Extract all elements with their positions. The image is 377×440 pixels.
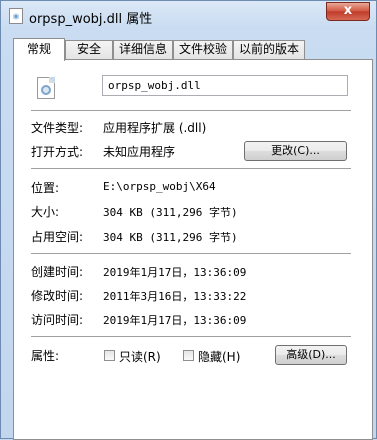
gear-icon	[41, 85, 51, 95]
file-icon	[9, 8, 23, 24]
size-on-disk-label: 占用空间:	[31, 230, 84, 244]
change-button[interactable]: 更改(C)...	[244, 141, 347, 161]
dll-file-icon	[37, 77, 55, 99]
hidden-checkbox[interactable]	[183, 350, 194, 361]
tab-security[interactable]: 安全	[65, 40, 113, 59]
file-name-input[interactable]: orpsp_wobj.dll	[102, 75, 348, 96]
tab-general[interactable]: 常规	[13, 38, 65, 61]
readonly-label[interactable]: 只读(R)	[119, 348, 161, 365]
readonly-checkbox[interactable]	[104, 350, 115, 361]
accessed-label: 访问时间:	[31, 313, 84, 327]
accessed-value: 2019年1月17日，13:36:09	[103, 314, 247, 327]
size-value: 304 KB (311,296 字节)	[103, 206, 238, 219]
general-panel	[13, 59, 373, 440]
created-label: 创建时间:	[31, 265, 84, 279]
modified-label: 修改时间:	[31, 289, 84, 303]
window-title: orpsp_wobj.dll 属性	[29, 12, 153, 27]
properties-window: orpsp_wobj.dll 属性 x 常规 安全 详细信息 文件校验 以前的版…	[0, 0, 377, 440]
location-label: 位置:	[31, 181, 60, 195]
advanced-button[interactable]: 高级(D)...	[275, 345, 347, 365]
divider	[31, 253, 351, 254]
location-value: E:\orpsp_wobj\X64	[103, 180, 216, 193]
tab-previous-versions[interactable]: 以前的版本	[233, 40, 305, 59]
file-type-label: 文件类型:	[31, 121, 84, 135]
size-label: 大小:	[31, 205, 60, 219]
tab-bar: 常规 安全 详细信息 文件校验 以前的版本	[13, 38, 373, 61]
created-value: 2019年1月17日，13:36:09	[103, 266, 247, 279]
hidden-label[interactable]: 隐藏(H)	[198, 348, 240, 365]
size-on-disk-value: 304 KB (311,296 字节)	[103, 231, 238, 244]
divider	[31, 110, 351, 111]
divider	[31, 336, 351, 337]
tab-details[interactable]: 详细信息	[113, 40, 173, 59]
file-type-value: 应用程序扩展 (.dll)	[103, 121, 207, 135]
title-bar[interactable]: orpsp_wobj.dll 属性 x	[1, 1, 376, 31]
divider	[31, 168, 351, 169]
attributes-label: 属性:	[31, 349, 60, 363]
open-with-value: 未知应用程序	[103, 145, 176, 159]
open-with-label: 打开方式:	[31, 145, 84, 159]
modified-value: 2011年3月16日，13:33:22	[103, 290, 247, 303]
tab-file-checksum[interactable]: 文件校验	[173, 40, 233, 59]
close-button[interactable]: x	[326, 2, 370, 21]
